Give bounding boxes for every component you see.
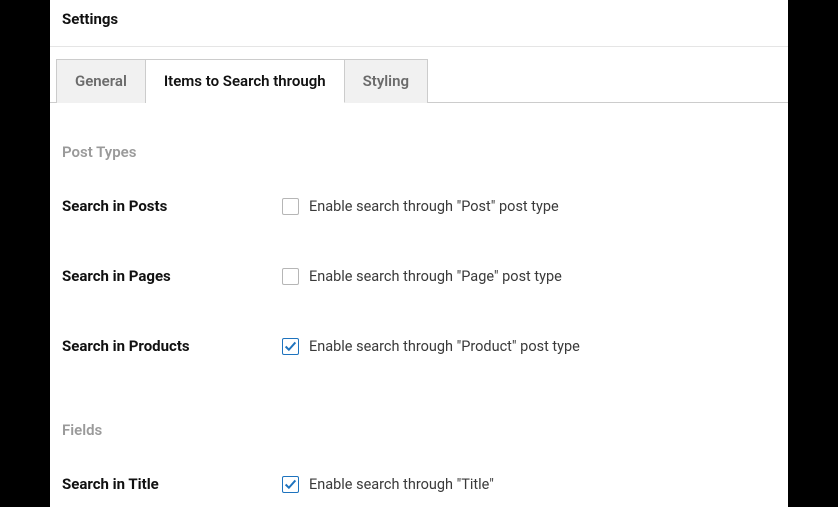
check-icon [284,478,297,491]
panel-header: Settings [50,0,788,47]
checkbox-search-title[interactable] [282,476,299,493]
tab-styling[interactable]: Styling [345,59,428,103]
field-row-search-products: Search in Products Enable search through… [62,311,776,381]
field-desc: Enable search through "Post" post type [309,198,559,215]
field-desc: Enable search through "Product" post typ… [309,338,580,355]
field-row-search-title: Search in Title Enable search through "T… [62,449,776,507]
tab-general[interactable]: General [56,59,146,103]
field-row-search-posts: Search in Posts Enable search through "P… [62,171,776,241]
checkbox-search-pages[interactable] [282,268,299,285]
tabs-row: General Items to Search through Styling [50,47,788,103]
field-label: Search in Products [62,337,282,355]
section-heading-fields: Fields [62,381,776,449]
page-title: Settings [62,10,776,28]
field-label: Search in Pages [62,267,282,285]
checkbox-search-products[interactable] [282,338,299,355]
section-heading-post-types: Post Types [62,103,776,171]
tab-content: Post Types Search in Posts Enable search… [50,103,788,507]
checkbox-search-posts[interactable] [282,198,299,215]
settings-panel: Settings General Items to Search through… [50,0,788,507]
field-desc: Enable search through "Page" post type [309,268,562,285]
field-label: Search in Posts [62,197,282,215]
check-icon [284,340,297,353]
field-desc: Enable search through "Title" [309,476,494,493]
tab-items-to-search-through[interactable]: Items to Search through [146,59,345,103]
field-label: Search in Title [62,475,282,493]
field-row-search-pages: Search in Pages Enable search through "P… [62,241,776,311]
